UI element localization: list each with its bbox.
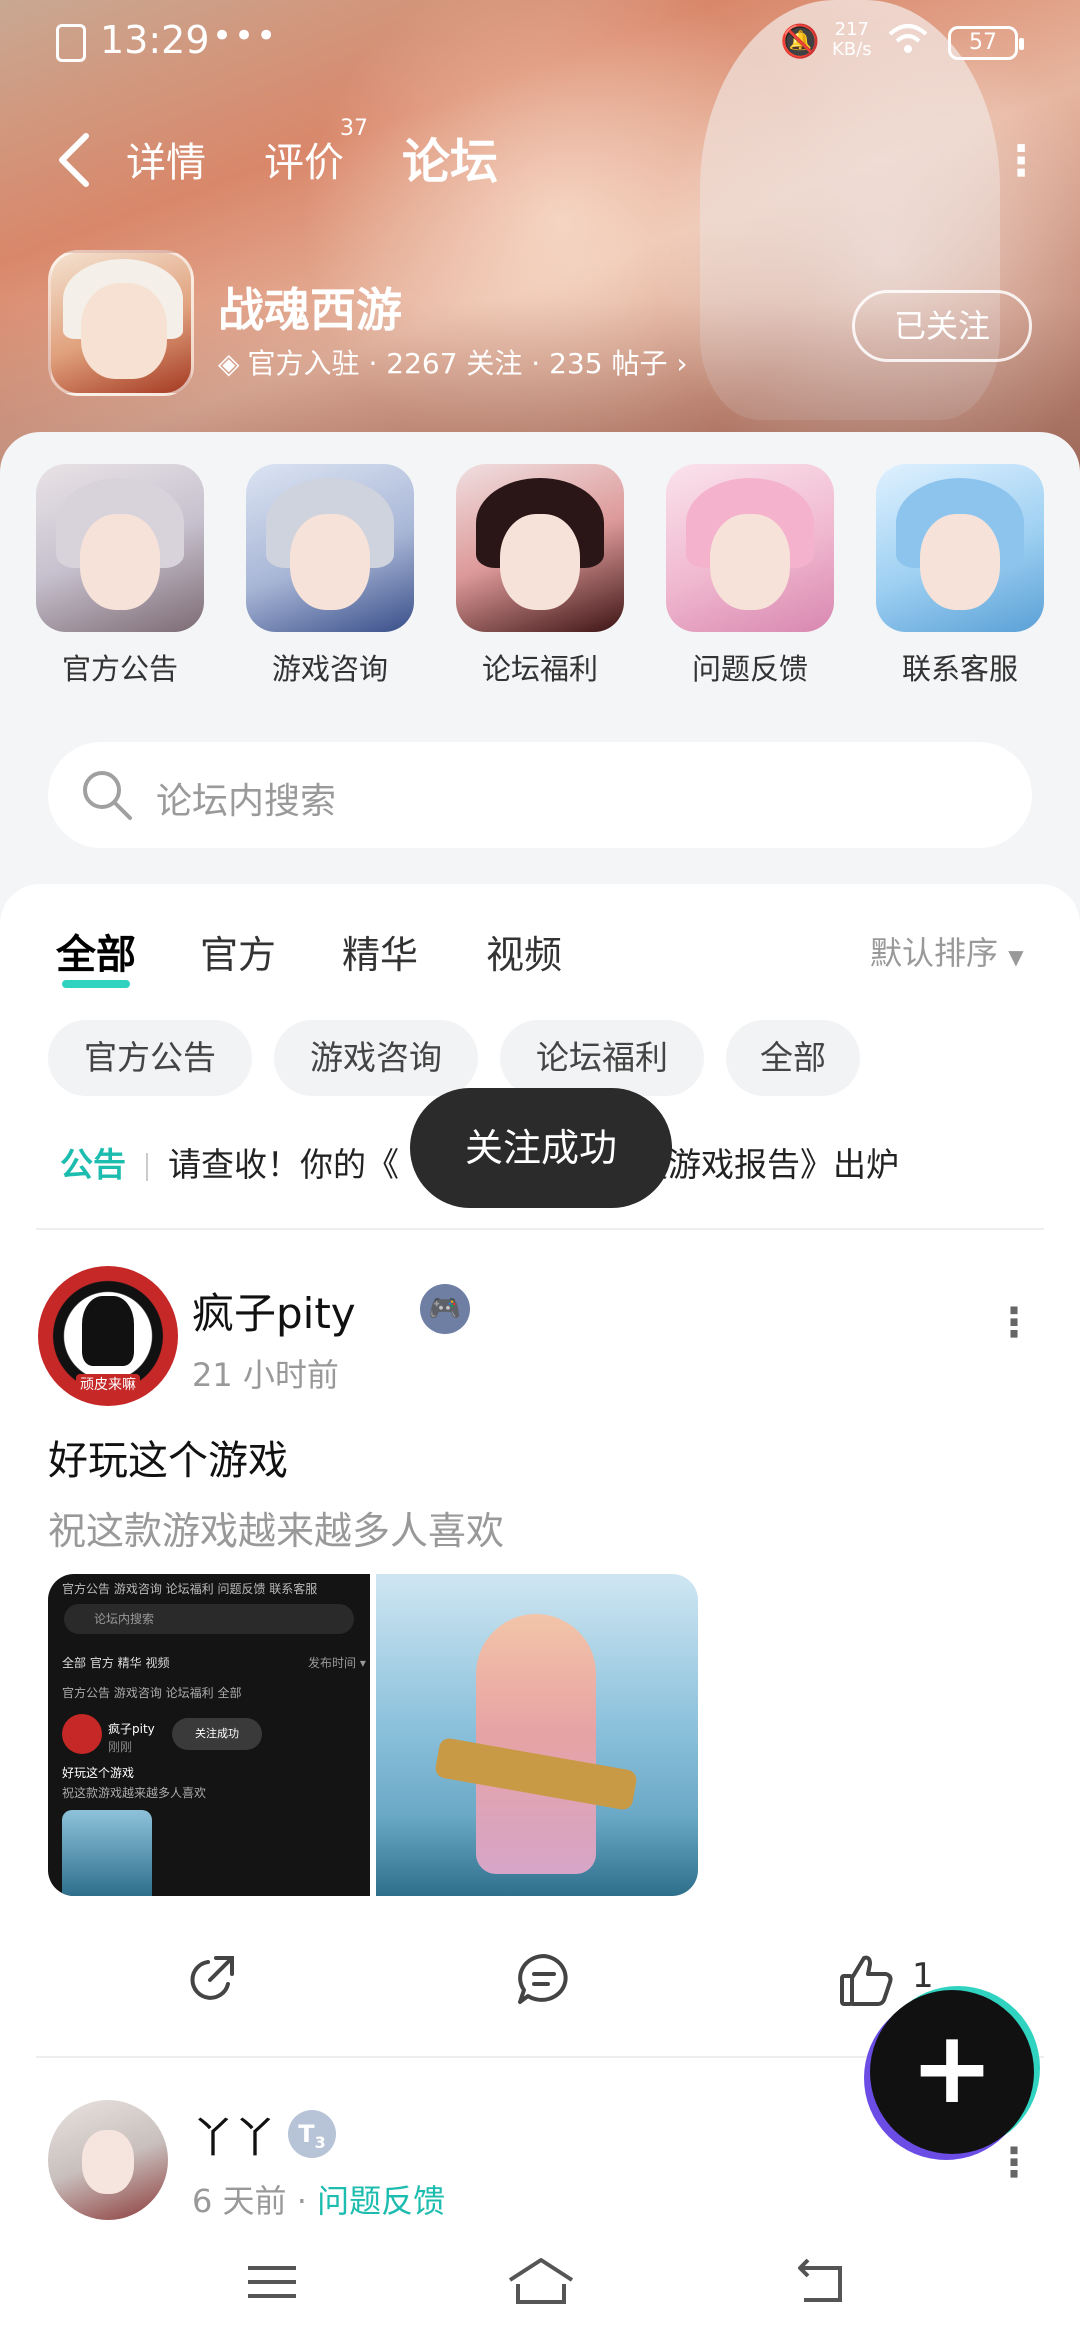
app-meta-text: 官方入驻 · 2267 关注 · 235 帖子 — [247, 347, 668, 380]
chevron-right-icon: › — [676, 347, 688, 380]
category-label: 游戏咨询 — [271, 652, 388, 686]
mini-title: 好玩这个游戏 — [62, 1766, 135, 1780]
tab-video[interactable]: 视频 — [486, 924, 562, 979]
tab-featured[interactable]: 精华 — [342, 924, 418, 979]
category-game-consult[interactable]: 游戏咨询 — [246, 464, 414, 688]
tab-official[interactable]: 官方 — [200, 924, 276, 979]
divider — [36, 1228, 1044, 1230]
app-name: 战魂西游 — [218, 283, 402, 337]
status-bar: 13:29 ••• 🔕 217 KB/s 57 — [0, 0, 1080, 84]
announcement-tag: 公告 — [60, 1145, 126, 1184]
post-image-screenshot[interactable]: 官方公告 游戏咨询 论坛福利 问题反馈 联系客服 论坛内搜索 全部 官方 精华 … — [48, 1574, 370, 1896]
mini-tabs: 全部 官方 精华 视频 — [62, 1656, 170, 1670]
tab-forum[interactable]: 论坛 — [402, 122, 498, 192]
battery-icon: 57 — [948, 26, 1024, 60]
avatar-badge: 顽皮来嘛 — [76, 1374, 140, 1396]
category-feedback[interactable]: 问题反馈 — [666, 464, 834, 688]
mute-icon: 🔕 — [780, 22, 820, 60]
chip-all[interactable]: 全部 — [726, 1020, 860, 1096]
sort-dropdown[interactable]: 默认排序 ▼ — [870, 928, 1024, 974]
post-time-text: 6 天前 — [192, 2182, 287, 2220]
mini-time: 刚刚 — [108, 1740, 133, 1754]
gamepad-icon: 🎮 — [420, 1284, 470, 1334]
post-username[interactable]: 丫丫 — [192, 2104, 276, 2165]
mini-avatar — [62, 1714, 102, 1754]
post-username[interactable]: 疯子pity — [192, 1280, 356, 1341]
more-vertical-icon[interactable]: ⋮ — [1000, 136, 1042, 185]
top-nav: 详情 评价 37 论坛 ⋮ — [0, 110, 1080, 210]
back-icon[interactable] — [54, 130, 94, 190]
category-row: 官方公告 游戏咨询 论坛福利 问题反馈 联系客服 — [0, 464, 1080, 704]
app-meta[interactable]: ◈ 官方入驻 · 2267 关注 · 235 帖子 › — [218, 342, 688, 382]
level-badge-letter: T — [298, 2120, 315, 2148]
mini-chips: 官方公告 游戏咨询 论坛福利 全部 — [62, 1686, 242, 1700]
mini-category-row: 官方公告 游戏咨询 论坛福利 问题反馈 联系客服 — [62, 1582, 318, 1596]
mini-image — [62, 1810, 152, 1896]
home-icon[interactable] — [504, 2250, 578, 2314]
category-forum-welfare[interactable]: 论坛福利 — [456, 464, 624, 688]
menu-icon[interactable] — [240, 2250, 304, 2314]
category-image — [876, 464, 1044, 632]
chip-official-announcement[interactable]: 官方公告 — [48, 1020, 252, 1096]
diamond-icon: ◈ — [218, 347, 240, 380]
category-image — [36, 464, 204, 632]
review-count-badge: 37 — [340, 116, 368, 141]
follow-button[interactable]: 已关注 — [852, 290, 1032, 362]
tab-detail[interactable]: 详情 — [126, 130, 206, 188]
wifi-icon — [888, 22, 928, 64]
category-label: 官方公告 — [61, 652, 178, 686]
chip-forum-welfare[interactable]: 论坛福利 — [500, 1020, 704, 1096]
sort-label: 默认排序 — [870, 934, 999, 972]
feed-tabs: 全部 官方 精华 视频 默认排序 ▼ — [0, 918, 1080, 988]
post-image-artwork[interactable] — [376, 1574, 698, 1896]
tab-review[interactable]: 评价 — [264, 130, 344, 188]
announcement-text-left: 请查收！你的《 — [168, 1145, 399, 1184]
divider — [146, 1152, 148, 1181]
share-icon[interactable] — [182, 1950, 242, 2010]
post-time: 21 小时前 — [192, 1356, 339, 1394]
more-vertical-icon[interactable]: ⋮ — [994, 1300, 1034, 1346]
post-body[interactable]: 祝这款游戏越来越多人喜欢 — [48, 1500, 504, 1555]
mini-toast: 关注成功 — [172, 1718, 262, 1750]
post-time: 6 天前 · 问题反馈 — [192, 2182, 446, 2220]
post-title[interactable]: 好玩这个游戏 — [48, 1428, 288, 1486]
notification-icon — [56, 24, 86, 62]
mini-user: 疯子pity — [108, 1722, 155, 1736]
comment-icon[interactable] — [514, 1950, 574, 2010]
announcement-text-right: 度游戏报告》出炉 — [635, 1145, 899, 1184]
mini-body: 祝这款游戏越来越多人喜欢 — [62, 1786, 207, 1800]
category-label: 论坛福利 — [481, 652, 598, 686]
category-image — [666, 464, 834, 632]
mini-search: 论坛内搜索 — [64, 1604, 354, 1634]
search-input[interactable]: 论坛内搜索 — [156, 772, 336, 824]
app-icon[interactable] — [48, 250, 194, 396]
category-image — [456, 464, 624, 632]
tab-all[interactable]: 全部 — [56, 922, 136, 988]
back-nav-icon[interactable] — [790, 2250, 854, 2314]
status-time: 13:29 — [100, 18, 210, 62]
level-badge: T3 — [288, 2110, 336, 2158]
network-speed-value: 217 — [834, 19, 869, 40]
search-icon — [80, 768, 134, 822]
system-nav-bar — [0, 2224, 1080, 2340]
category-official-announcement[interactable]: 官方公告 — [36, 464, 204, 688]
network-speed: 217 KB/s — [832, 20, 872, 60]
status-more-dots: ••• — [212, 16, 279, 56]
avatar[interactable] — [48, 2100, 168, 2220]
mini-sort: 发布时间 ▾ — [308, 1656, 366, 1670]
category-image — [246, 464, 414, 632]
caret-down-icon: ▼ — [1008, 945, 1024, 969]
chip-game-consult[interactable]: 游戏咨询 — [274, 1020, 478, 1096]
new-post-button[interactable]: + — [870, 1990, 1034, 2154]
avatar[interactable]: 顽皮来嘛 — [38, 1266, 178, 1406]
category-label: 问题反馈 — [691, 652, 808, 686]
forum-search[interactable]: 论坛内搜索 — [48, 742, 1032, 848]
category-contact-support[interactable]: 联系客服 — [876, 464, 1044, 688]
plus-icon: + — [910, 2009, 994, 2126]
toast-message: 关注成功 — [410, 1088, 672, 1208]
level-badge-number: 3 — [314, 2132, 326, 2152]
category-label: 联系客服 — [901, 652, 1018, 686]
network-speed-unit: KB/s — [832, 39, 872, 60]
post-board[interactable]: 问题反馈 — [317, 2182, 445, 2220]
